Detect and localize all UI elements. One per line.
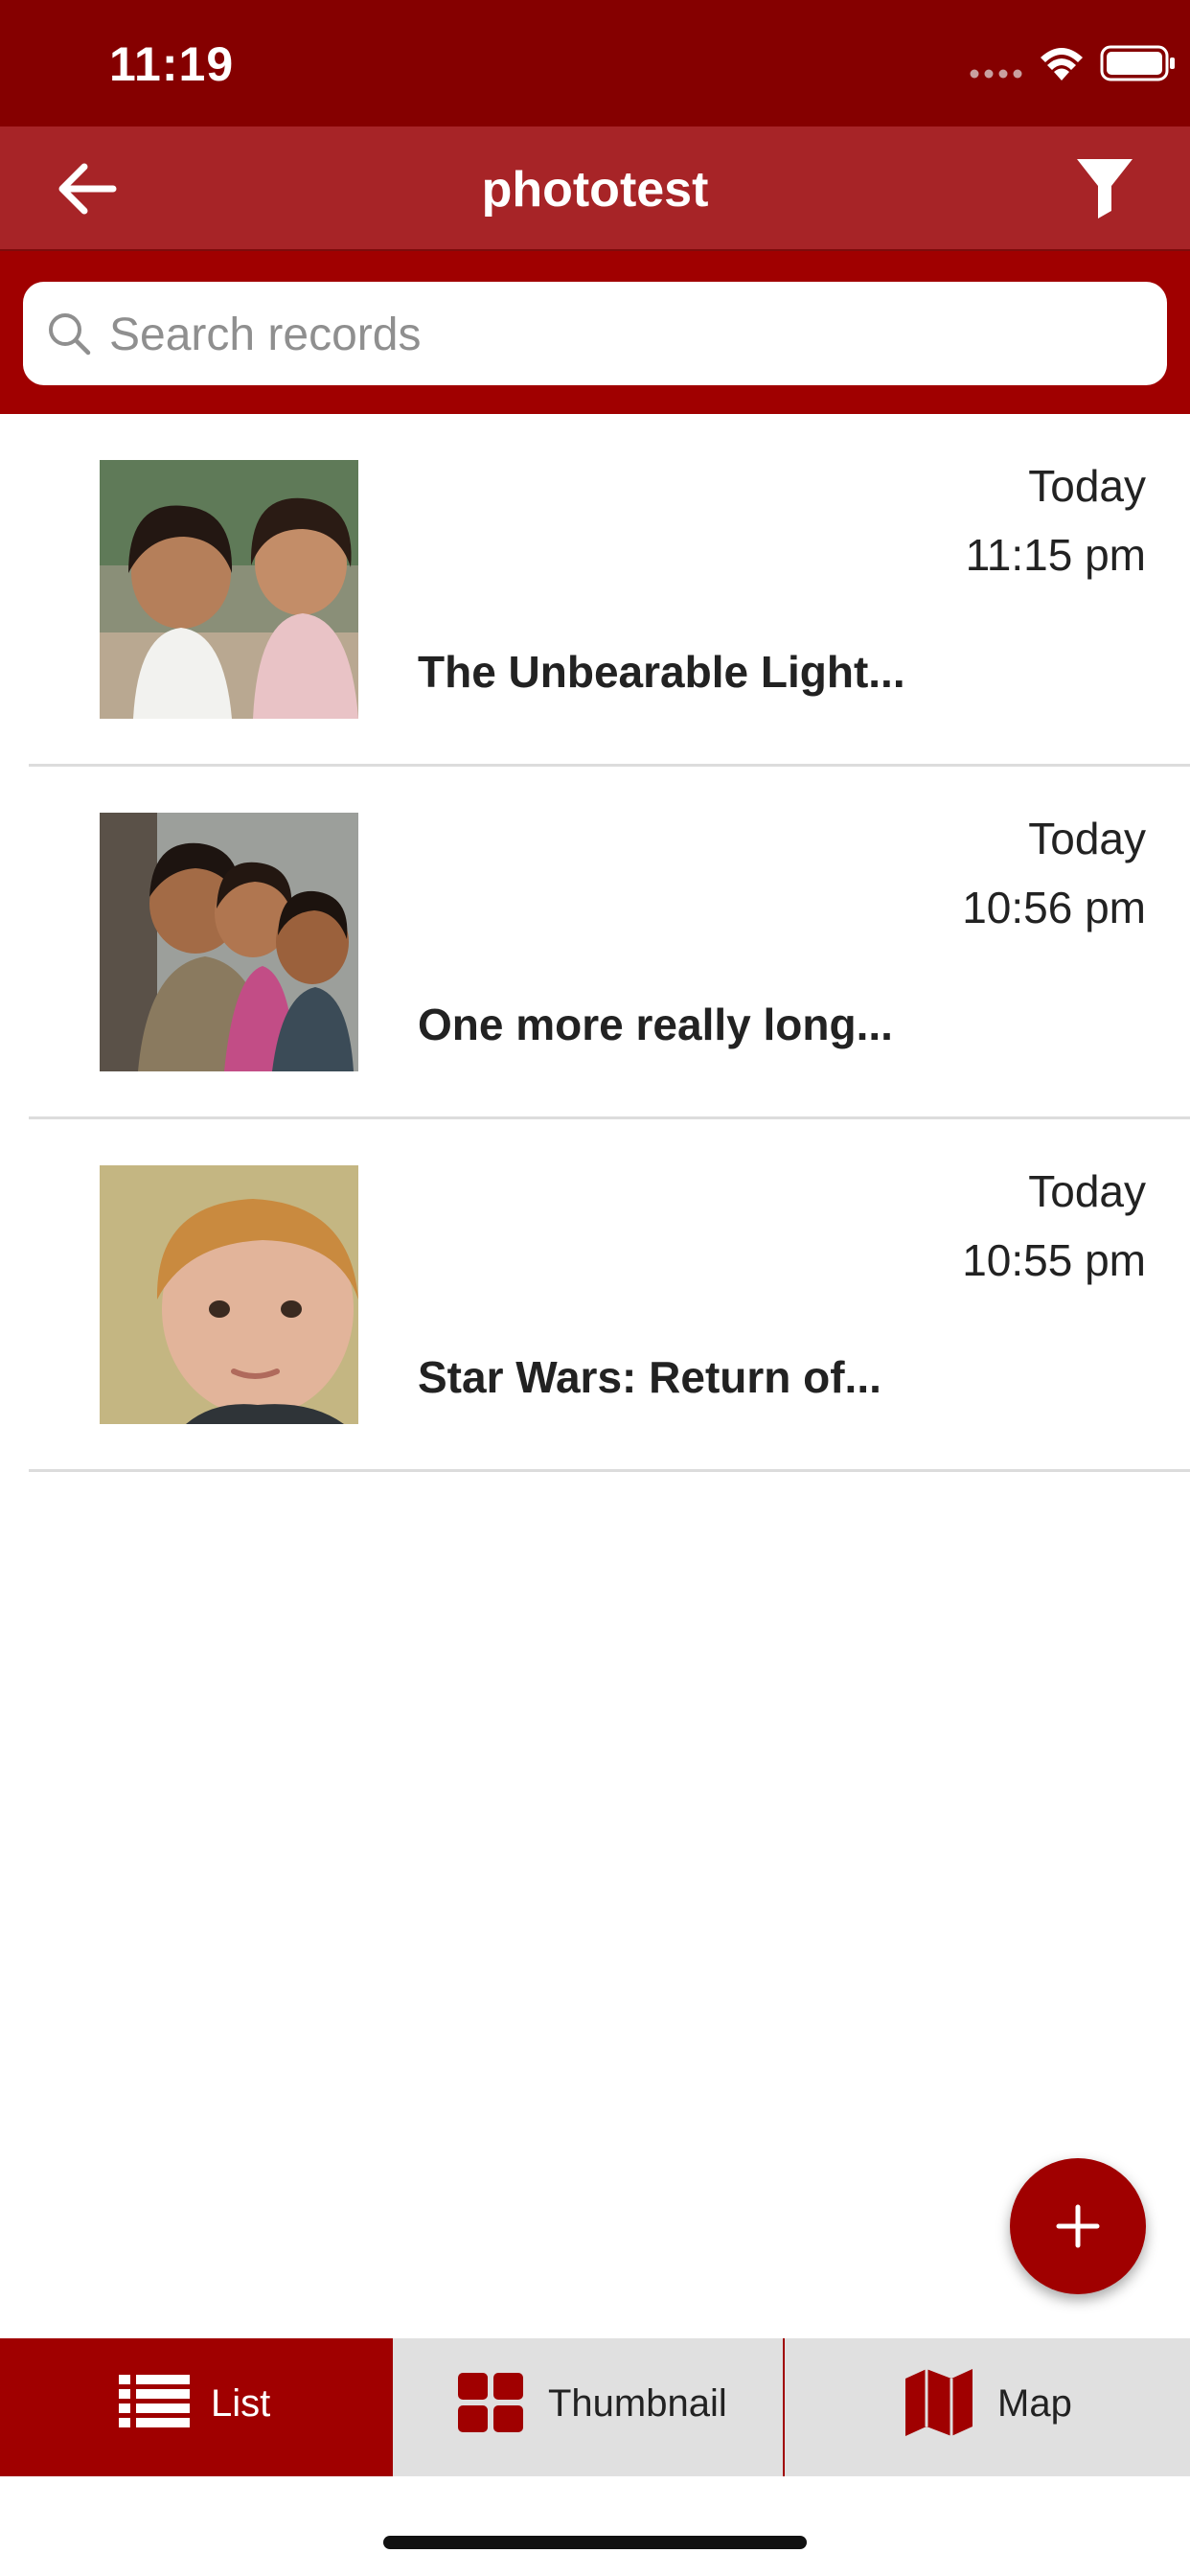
filter-icon xyxy=(1077,159,1133,218)
home-indicator xyxy=(383,2536,807,2549)
record-time: 10:55 pm xyxy=(962,1235,1146,1285)
search-icon xyxy=(49,313,91,356)
list-item[interactable]: Today 10:56 pm One more really long... xyxy=(0,767,1190,1119)
cellular-signal-icon xyxy=(970,69,1022,79)
search-input[interactable] xyxy=(107,295,1146,374)
record-time: 11:15 pm xyxy=(965,530,1146,580)
filter-button[interactable] xyxy=(1073,153,1136,220)
map-icon xyxy=(905,2369,973,2436)
add-record-button[interactable] xyxy=(1010,2158,1146,2294)
list-icon xyxy=(119,2375,190,2427)
record-list: Today 11:15 pm The Unbearable Light... T… xyxy=(0,414,1190,1472)
record-title: One more really long... xyxy=(418,1000,893,1049)
tab-bar: List Thumbnail Map xyxy=(0,2338,1190,2476)
record-title: Star Wars: Return of... xyxy=(418,1352,881,1402)
record-title: The Unbearable Light... xyxy=(418,647,905,697)
nav-bar: phototest xyxy=(0,126,1190,251)
page-title: phototest xyxy=(481,162,709,218)
list-item[interactable]: Today 11:15 pm The Unbearable Light... xyxy=(0,414,1190,767)
record-thumbnail xyxy=(100,460,358,719)
divider xyxy=(29,1469,1190,1472)
status-time: 11:19 xyxy=(109,37,235,91)
record-day: Today xyxy=(1028,461,1146,511)
tab-thumbnail[interactable]: Thumbnail xyxy=(393,2338,785,2476)
record-day: Today xyxy=(1028,814,1146,863)
tab-label: Thumbnail xyxy=(548,2382,727,2425)
plus-icon xyxy=(1056,2204,1100,2248)
record-thumbnail xyxy=(100,1165,358,1424)
record-time: 10:56 pm xyxy=(962,883,1146,932)
tab-list[interactable]: List xyxy=(0,2338,393,2476)
grid-icon xyxy=(458,2373,523,2432)
record-day: Today xyxy=(1028,1166,1146,1216)
search-box[interactable] xyxy=(23,282,1167,385)
tab-label: Map xyxy=(997,2382,1072,2425)
tab-map[interactable]: Map xyxy=(785,2338,1190,2476)
status-bar: 11:19 xyxy=(0,0,1190,126)
wifi-icon xyxy=(1041,48,1083,80)
search-area xyxy=(0,251,1190,414)
list-item[interactable]: Today 10:55 pm Star Wars: Return of... xyxy=(0,1119,1190,1472)
record-thumbnail xyxy=(100,813,358,1071)
battery-icon xyxy=(1100,45,1175,81)
tab-label: List xyxy=(211,2382,271,2425)
